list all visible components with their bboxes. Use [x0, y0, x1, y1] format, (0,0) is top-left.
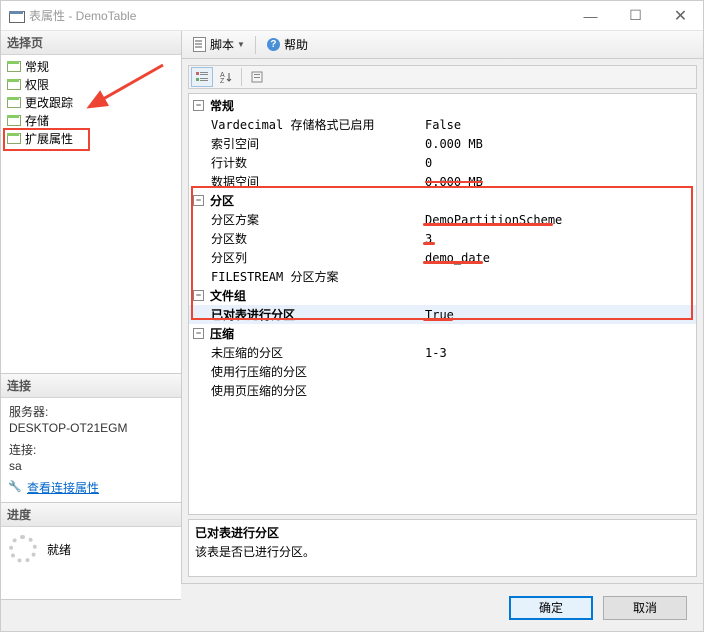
help-icon [266, 37, 281, 52]
sidebar-item-label: 权限 [25, 76, 49, 93]
script-button[interactable]: 脚本▼ [188, 34, 249, 55]
prop-dataspace[interactable]: 数据空间0.000 MB [189, 172, 696, 191]
cancel-button[interactable]: 取消 [603, 596, 687, 620]
prop-indexspace[interactable]: 索引空间0.000 MB [189, 134, 696, 153]
property-grid[interactable]: −常规 Vardecimal 存储格式已启用False 索引空间0.000 MB… [188, 93, 697, 515]
collapse-icon[interactable]: − [193, 195, 204, 206]
prop-partition-column[interactable]: 分区列demo_date [189, 248, 696, 267]
prop-partition-count[interactable]: 分区数3 [189, 229, 696, 248]
category-compression[interactable]: −压缩 [189, 324, 696, 343]
desc-body: 该表是否已进行分区。 [195, 543, 690, 560]
prop-ispartitioned[interactable]: 已对表进行分区True [189, 305, 696, 324]
title-bar: 表属性 - DemoTable — ☐ ✕ [1, 1, 703, 31]
sidebar-item-changetracking[interactable]: 更改跟踪 [1, 93, 181, 111]
collapse-icon[interactable]: − [193, 290, 204, 301]
categorized-button[interactable] [191, 67, 213, 87]
ok-label: 确定 [539, 599, 563, 616]
category-label: 常规 [210, 97, 234, 114]
window-buttons: — ☐ ✕ [568, 1, 703, 30]
prop-filestream[interactable]: FILESTREAM 分区方案 [189, 267, 696, 286]
script-label: 脚本 [210, 36, 234, 53]
properties-button[interactable] [246, 67, 268, 87]
page-icon [7, 95, 21, 109]
select-page-header: 选择页 [1, 31, 181, 55]
prop-rowcount[interactable]: 行计数0 [189, 153, 696, 172]
alphabetical-button[interactable]: AZ [215, 67, 237, 87]
desc-title: 已对表进行分区 [195, 524, 690, 541]
ispart-value: True [425, 308, 454, 322]
ok-button[interactable]: 确定 [509, 596, 593, 620]
category-general[interactable]: −常规 [189, 96, 696, 115]
collapse-icon[interactable]: − [193, 328, 204, 339]
maximize-button[interactable]: ☐ [613, 1, 658, 30]
category-filegroup[interactable]: −文件组 [189, 286, 696, 305]
sidebar-item-storage[interactable]: 存储 [1, 111, 181, 129]
spinner-icon [9, 535, 37, 563]
conn-value: sa [9, 458, 173, 474]
column-value: demo_date [425, 251, 490, 265]
properties-icon [250, 70, 264, 84]
help-button[interactable]: 帮助 [262, 34, 312, 55]
category-partition[interactable]: −分区 [189, 191, 696, 210]
sidebar-item-label: 存储 [25, 112, 49, 129]
category-label: 文件组 [210, 287, 246, 304]
close-button[interactable]: ✕ [658, 1, 703, 30]
page-icon [7, 113, 21, 127]
categorized-icon [195, 70, 209, 84]
prop-pagecompressed[interactable]: 使用页压缩的分区 [189, 381, 696, 400]
progress-status: 就绪 [9, 535, 173, 563]
prop-uncompressed[interactable]: 未压缩的分区1-3 [189, 343, 696, 362]
link-text: 查看连接属性 [27, 480, 99, 496]
conn-label: 连接: [9, 442, 173, 458]
category-label: 压缩 [210, 325, 234, 342]
connection-header: 连接 [1, 374, 181, 398]
server-label: 服务器: [9, 404, 173, 420]
progress-header: 进度 [1, 503, 181, 527]
page-icon [7, 77, 21, 91]
prop-rowcompressed[interactable]: 使用行压缩的分区 [189, 362, 696, 381]
chevron-down-icon: ▼ [237, 40, 245, 49]
progress-text: 就绪 [47, 541, 71, 558]
server-value: DESKTOP-OT21EGM [9, 420, 173, 436]
svg-text:Z: Z [220, 78, 225, 84]
sidebar-item-label: 扩展属性 [25, 130, 73, 147]
sidebar-item-permissions[interactable]: 权限 [1, 75, 181, 93]
window-icon [9, 9, 23, 23]
sidebar-item-label: 更改跟踪 [25, 94, 73, 111]
cancel-label: 取消 [633, 599, 657, 616]
prop-vardecimal[interactable]: Vardecimal 存储格式已启用False [189, 115, 696, 134]
help-label: 帮助 [284, 36, 308, 53]
page-icon [7, 59, 21, 73]
count-value: 3 [425, 232, 432, 246]
page-icon [7, 131, 21, 145]
separator [255, 36, 256, 54]
dataspace-value: 0.000 MB [425, 175, 483, 189]
category-label: 分区 [210, 192, 234, 209]
wrench-icon [9, 481, 23, 495]
sidebar-item-label: 常规 [25, 58, 49, 75]
content-area: 脚本▼ 帮助 AZ −常规 Vardecimal 存储格式已 [182, 31, 703, 583]
alphabetical-icon: AZ [219, 70, 233, 84]
scheme-value: DemoPartitionScheme [425, 213, 562, 227]
view-connection-props[interactable]: 查看连接属性 [9, 480, 173, 496]
sidebar-item-general[interactable]: 常规 [1, 57, 181, 75]
collapse-icon[interactable]: − [193, 100, 204, 111]
description-panel: 已对表进行分区 该表是否已进行分区。 [188, 519, 697, 577]
minimize-button[interactable]: — [568, 1, 613, 30]
separator [241, 68, 242, 86]
window-title: 表属性 - DemoTable [29, 7, 568, 24]
sidebar-item-extended[interactable]: 扩展属性 [1, 129, 181, 147]
sidebar: 选择页 常规 权限 更改跟踪 存储 扩展属性 连接 服务器: DESKTOP-O… [1, 31, 182, 583]
prop-partition-scheme[interactable]: 分区方案DemoPartitionScheme [189, 210, 696, 229]
content-toolbar: 脚本▼ 帮助 [182, 31, 703, 59]
propertygrid-toolbar: AZ [188, 65, 697, 89]
script-icon [192, 37, 207, 52]
